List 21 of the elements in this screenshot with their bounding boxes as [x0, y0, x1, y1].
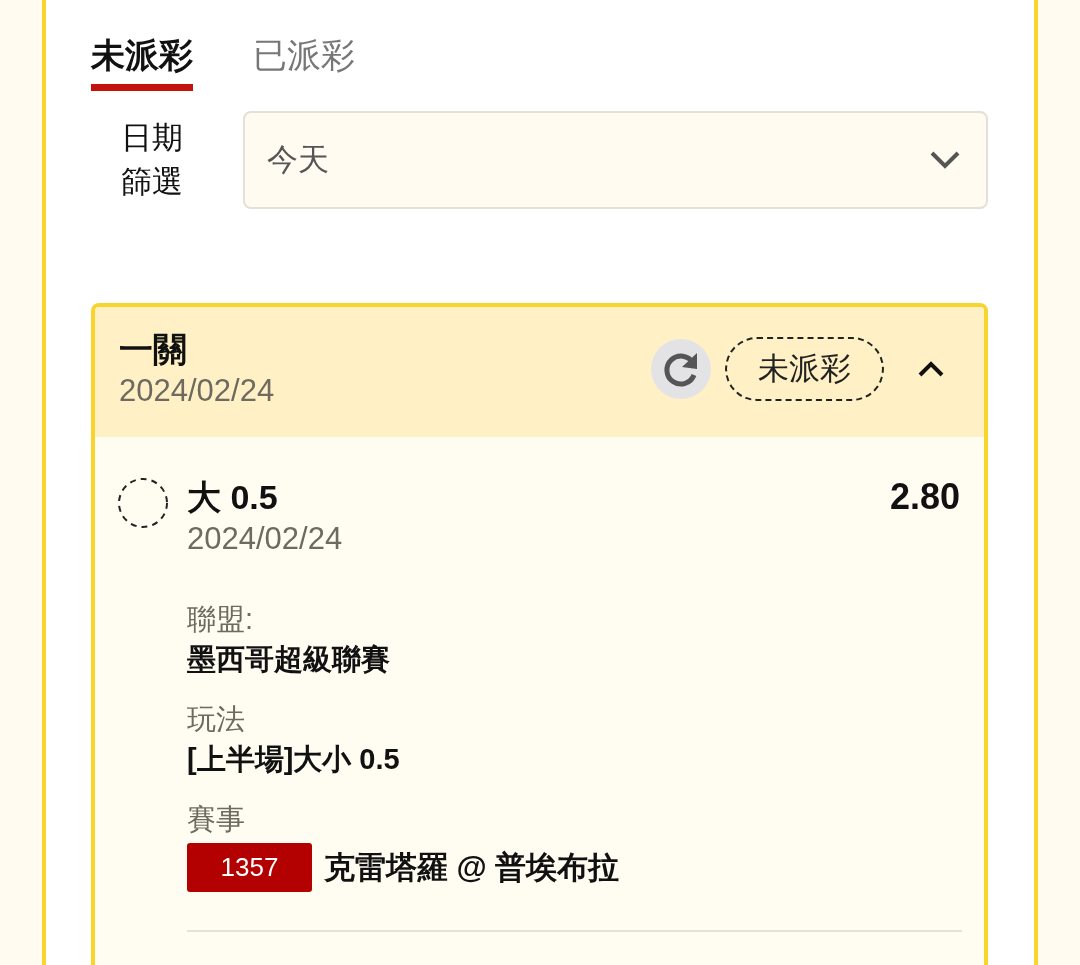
detail-label: 賽事 [187, 802, 246, 837]
pick-title: 大 0.5 [187, 477, 278, 518]
detail-label: 玩法 [187, 702, 246, 737]
match-teams: 克雷塔羅 @ 普埃布拉 [324, 848, 620, 887]
bet-title: 一關 [119, 329, 188, 370]
bet-date: 2024/02/24 [119, 372, 276, 410]
status-label: 未派彩 [725, 337, 884, 401]
dashed-circle-icon [117, 477, 169, 529]
pick-date: 2024/02/24 [187, 520, 344, 558]
date-select[interactable]: 今天 [243, 111, 988, 209]
chevron-down-icon [930, 151, 960, 169]
tab[interactable]: 已派彩 [253, 34, 355, 91]
match-number: 1357 [187, 843, 312, 892]
detail-value: 墨西哥超級聯賽 [187, 642, 391, 677]
odds-value: 2.80 [889, 475, 960, 519]
filter-label: 日期篩選 [120, 119, 184, 201]
caret-icon[interactable] [918, 361, 944, 377]
detail-label: 聯盟: [187, 602, 255, 637]
detail-value: [上半場]大小 0.5 [187, 742, 401, 777]
tab[interactable]: 未派彩 [91, 34, 193, 91]
refresh-icon[interactable] [651, 339, 711, 399]
